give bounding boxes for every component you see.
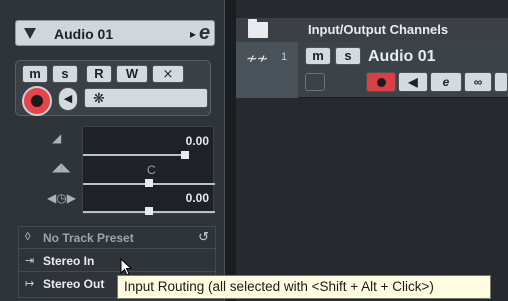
track-preset-row[interactable]: ◊ No Track Preset ↺: [19, 227, 215, 249]
volume-value: 0.00: [185, 134, 209, 148]
speaker-icon: ◀: [63, 93, 73, 105]
speaker-icon: ◀: [408, 75, 418, 89]
volume-fader-handle[interactable]: [181, 151, 189, 159]
audio-waveform-icon: ≁≁: [246, 50, 268, 66]
settings-gear-icon: ❋: [93, 90, 105, 106]
reset-preset-icon[interactable]: ↺: [198, 229, 209, 245]
collapse-triangle-icon[interactable]: [24, 28, 36, 39]
expand-arrow-icon[interactable]: ▸: [190, 27, 196, 41]
inspector-track-header[interactable]: Audio 01 ▸ e: [15, 20, 215, 46]
pan-fader-handle[interactable]: [145, 179, 153, 187]
delay-value: 0.00: [185, 191, 209, 205]
input-routing-tooltip: Input Routing (all selected with <Shift …: [117, 275, 491, 299]
track-link-button[interactable]: ∞: [464, 72, 492, 92]
track-monitor-button[interactable]: ◀: [398, 72, 428, 92]
track-name[interactable]: Audio 01: [368, 48, 436, 66]
preset-tag-icon: ◊: [25, 231, 31, 243]
volume-icon: ◢: [52, 131, 62, 145]
edit-channel-settings-button[interactable]: e: [199, 23, 221, 43]
read-automation-button[interactable]: R: [86, 65, 112, 83]
track-more-button[interactable]: [494, 72, 508, 92]
track-edit-button[interactable]: e: [430, 72, 462, 92]
folder-icon: [248, 19, 268, 38]
bypass-button[interactable]: ⨯: [152, 65, 184, 83]
input-routing-icon: ⇥: [25, 255, 35, 267]
record-enable-button[interactable]: [22, 86, 52, 116]
pan-icon: ◢◣: [52, 160, 71, 174]
link-icon: ∞: [473, 75, 483, 89]
fader-section: 0.00 C 0.00: [82, 126, 215, 215]
track-type-area: ≁≁ 1: [236, 42, 298, 98]
track-select-checkbox[interactable]: [305, 73, 325, 91]
mute-button[interactable]: m: [22, 65, 48, 83]
lock-button[interactable]: ❋: [84, 88, 208, 108]
input-routing-row[interactable]: ⇥ Stereo In: [19, 250, 215, 272]
panel-divider[interactable]: [224, 0, 236, 301]
inspector-panel: Audio 01 ▸ e m s R W ⨯ ◀ ❋ ◢ ◢◣ ◀◷▶ 0.00…: [0, 0, 224, 301]
write-automation-button[interactable]: W: [116, 65, 148, 83]
inspector-track-name: Audio 01: [54, 26, 114, 42]
monitor-button[interactable]: ◀: [58, 87, 78, 111]
track-list-toolbar: [236, 0, 508, 18]
folder-track-title: Input/Output Channels: [308, 22, 449, 37]
output-routing-label: Stereo Out: [43, 277, 105, 291]
input-routing-label: Stereo In: [43, 254, 95, 268]
solo-button[interactable]: s: [52, 65, 78, 83]
delay-fader-handle[interactable]: [145, 207, 153, 215]
track-number: 1: [281, 51, 288, 63]
track-solo-button[interactable]: s: [335, 47, 361, 65]
volume-fader-track[interactable]: [83, 154, 185, 156]
delay-icon: ◀◷▶: [47, 191, 76, 205]
track-record-button[interactable]: [366, 72, 396, 92]
output-routing-icon: ↦: [25, 278, 35, 290]
pan-center-label: C: [147, 163, 156, 177]
track-mute-button[interactable]: m: [305, 47, 331, 65]
track-preset-label: No Track Preset: [43, 231, 134, 245]
